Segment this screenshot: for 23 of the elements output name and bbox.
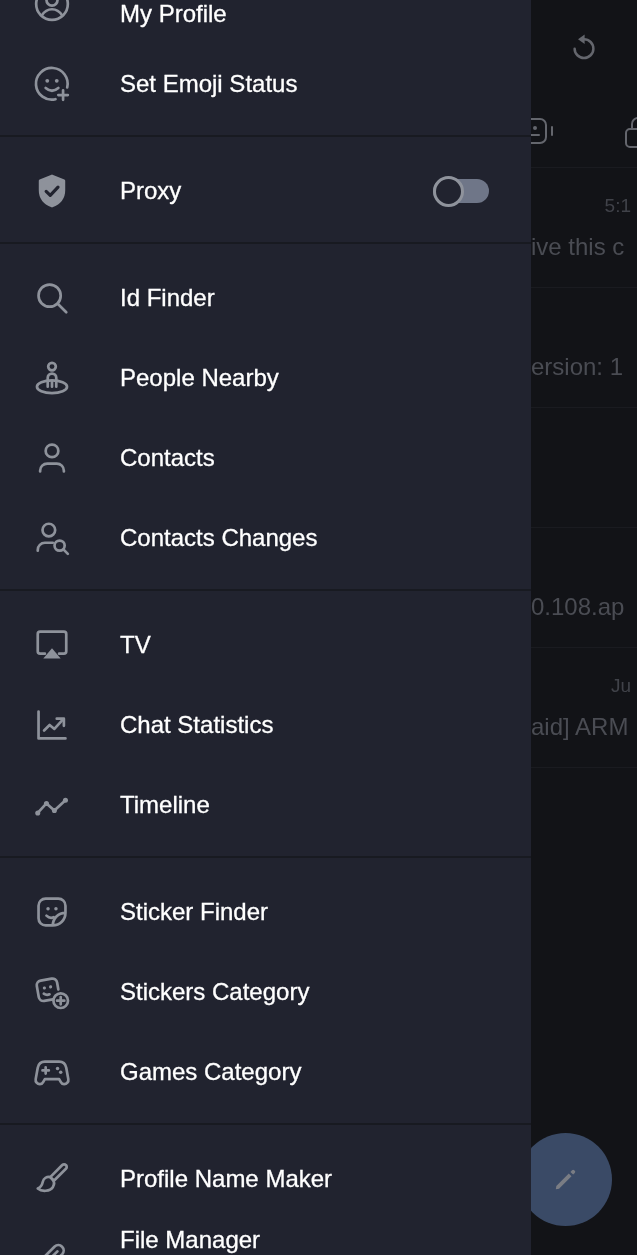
menu-item[interactable]: Contacts: [33, 439, 215, 477]
message-preview: 0.108.ap: [531, 592, 625, 622]
menu-item[interactable]: Profile Name Maker: [33, 1160, 333, 1198]
menu-item[interactable]: Contacts Changes: [33, 519, 318, 557]
menu-item[interactable]: Id Finder: [33, 279, 215, 317]
message-preview: aid] ARM: [531, 712, 629, 742]
menu-item[interactable]: Set Emoji Status: [33, 65, 298, 103]
menu-item[interactable]: Stickers Category: [33, 973, 310, 1011]
smiley-plus-icon: [33, 65, 71, 103]
menu-item[interactable]: Proxy: [33, 172, 182, 210]
menu-item[interactable]: File Manager: [33, 1226, 261, 1255]
menu-item[interactable]: My Profile: [33, 0, 227, 28]
toggle-switch[interactable]: [433, 174, 489, 208]
menu-item[interactable]: Games Category: [33, 1053, 302, 1091]
menu-item[interactable]: Timeline: [33, 786, 210, 824]
message-preview: ersion: 1: [531, 352, 624, 382]
menu-item[interactable]: Chat Statistics: [33, 706, 274, 744]
menu-item[interactable]: TV: [33, 626, 151, 664]
person-search-icon: [33, 519, 71, 557]
message-preview: ive this c: [531, 232, 625, 262]
person-on-ring-icon: [33, 359, 71, 397]
menu-item[interactable]: People Nearby: [33, 359, 279, 397]
menu-item[interactable]: Sticker Finder: [33, 893, 269, 931]
